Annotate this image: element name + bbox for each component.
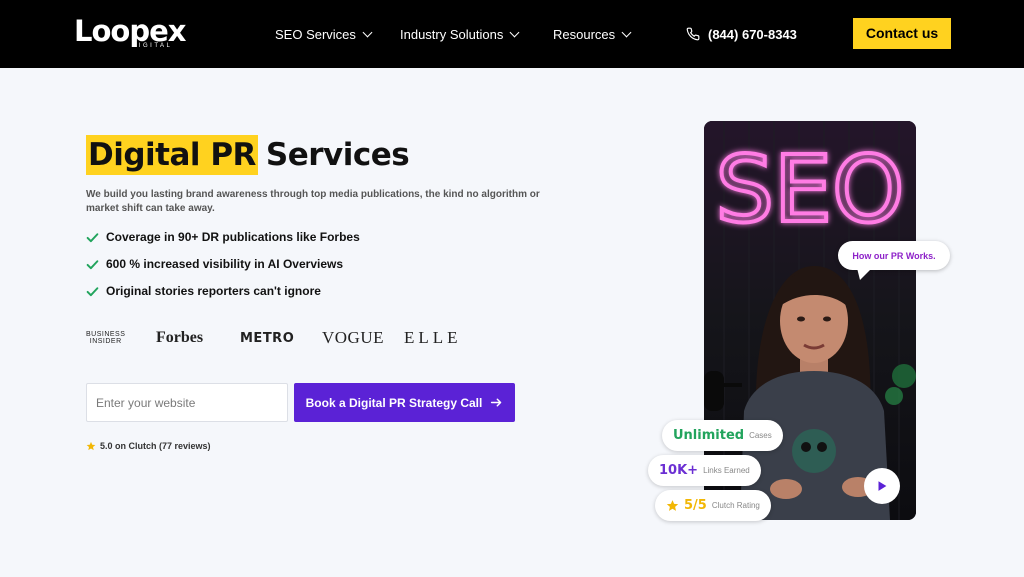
nav-item-label: SEO Services — [275, 26, 356, 42]
star-icon — [666, 500, 679, 511]
benefit-item: 600 % increased visibility in AI Overvie… — [86, 255, 343, 273]
check-icon — [86, 259, 99, 269]
star-icon — [86, 441, 96, 451]
stat-unlimited-cases: Unlimited Cases — [662, 420, 783, 451]
how-pr-works-bubble[interactable]: How our PR Works. — [838, 241, 950, 270]
benefit-item: Coverage in 90+ DR publications like For… — [86, 228, 360, 246]
stat-value: Unlimited — [673, 428, 745, 443]
arrow-right-icon — [491, 398, 502, 407]
stat-value: 10K+ — [659, 463, 699, 478]
phone-number: (844) 670-8343 — [708, 26, 797, 42]
elle-logo: ELLE — [404, 328, 462, 347]
benefit-text: Original stories reporters can't ignore — [106, 284, 321, 298]
logo-line: BUSINESS — [86, 331, 126, 338]
clutch-rating: 5.0 on Clutch (77 reviews) — [86, 439, 211, 453]
nav-resources[interactable]: Resources — [553, 24, 632, 44]
benefit-item: Original stories reporters can't ignore — [86, 282, 321, 300]
nav-seo-services[interactable]: SEO Services — [275, 24, 373, 44]
nav-item-label: Resources — [553, 26, 616, 42]
play-icon — [878, 481, 887, 491]
neon-sign-text: SEO — [716, 136, 905, 243]
check-icon — [86, 232, 99, 242]
logo-subtitle: DIGITAL — [132, 43, 173, 49]
stat-label: Cases — [749, 431, 772, 440]
logo-line: INSIDER — [89, 338, 122, 345]
forbes-logo: Forbes — [156, 329, 204, 346]
stat-links-earned: 10K+ Links Earned — [648, 455, 761, 486]
check-icon — [86, 286, 99, 296]
stat-clutch-rating: 5/5 Clutch Rating — [655, 490, 771, 521]
chevron-down-icon — [362, 27, 373, 37]
metro-logo: METRO — [240, 330, 295, 346]
hero-subtitle: We build you lasting brand awareness thr… — [86, 189, 540, 214]
vogue-logo: VOGUE — [322, 328, 384, 347]
cta-label: Book a Digital PR Strategy Call — [305, 395, 483, 410]
stat-value: 5/5 — [684, 498, 707, 513]
benefit-text: Coverage in 90+ DR publications like For… — [106, 230, 360, 244]
book-strategy-call-button[interactable]: Book a Digital PR Strategy Call — [294, 383, 515, 422]
phone-icon — [686, 27, 700, 41]
brand-logo[interactable]: Loopex DIGITAL — [74, 15, 186, 53]
benefit-text: 600 % increased visibility in AI Overvie… — [106, 257, 344, 271]
phone-link[interactable]: (844) 670-8343 — [686, 24, 797, 44]
play-video-button[interactable] — [864, 468, 900, 504]
website-input[interactable] — [86, 383, 288, 422]
contact-us-button[interactable]: Contact us — [853, 18, 951, 49]
bubble-tail — [857, 268, 872, 280]
business-insider-logo: BUSINESS INSIDER — [86, 324, 125, 352]
nav-item-label: Industry Solutions — [400, 26, 504, 42]
top-nav: Loopex DIGITAL SEO Services Industry Sol… — [0, 0, 1024, 68]
chevron-down-icon — [509, 27, 520, 37]
stat-label: Links Earned — [703, 466, 750, 475]
chevron-down-icon — [621, 27, 632, 37]
nav-industry-solutions[interactable]: Industry Solutions — [400, 24, 520, 44]
title-rest: Services — [265, 137, 410, 173]
title-highlight: Digital PR — [86, 135, 258, 175]
stat-label: Clutch Rating — [711, 501, 760, 510]
page-title: Digital PR Services — [86, 131, 410, 179]
rating-text: 5.0 on Clutch (77 reviews) — [100, 441, 211, 451]
